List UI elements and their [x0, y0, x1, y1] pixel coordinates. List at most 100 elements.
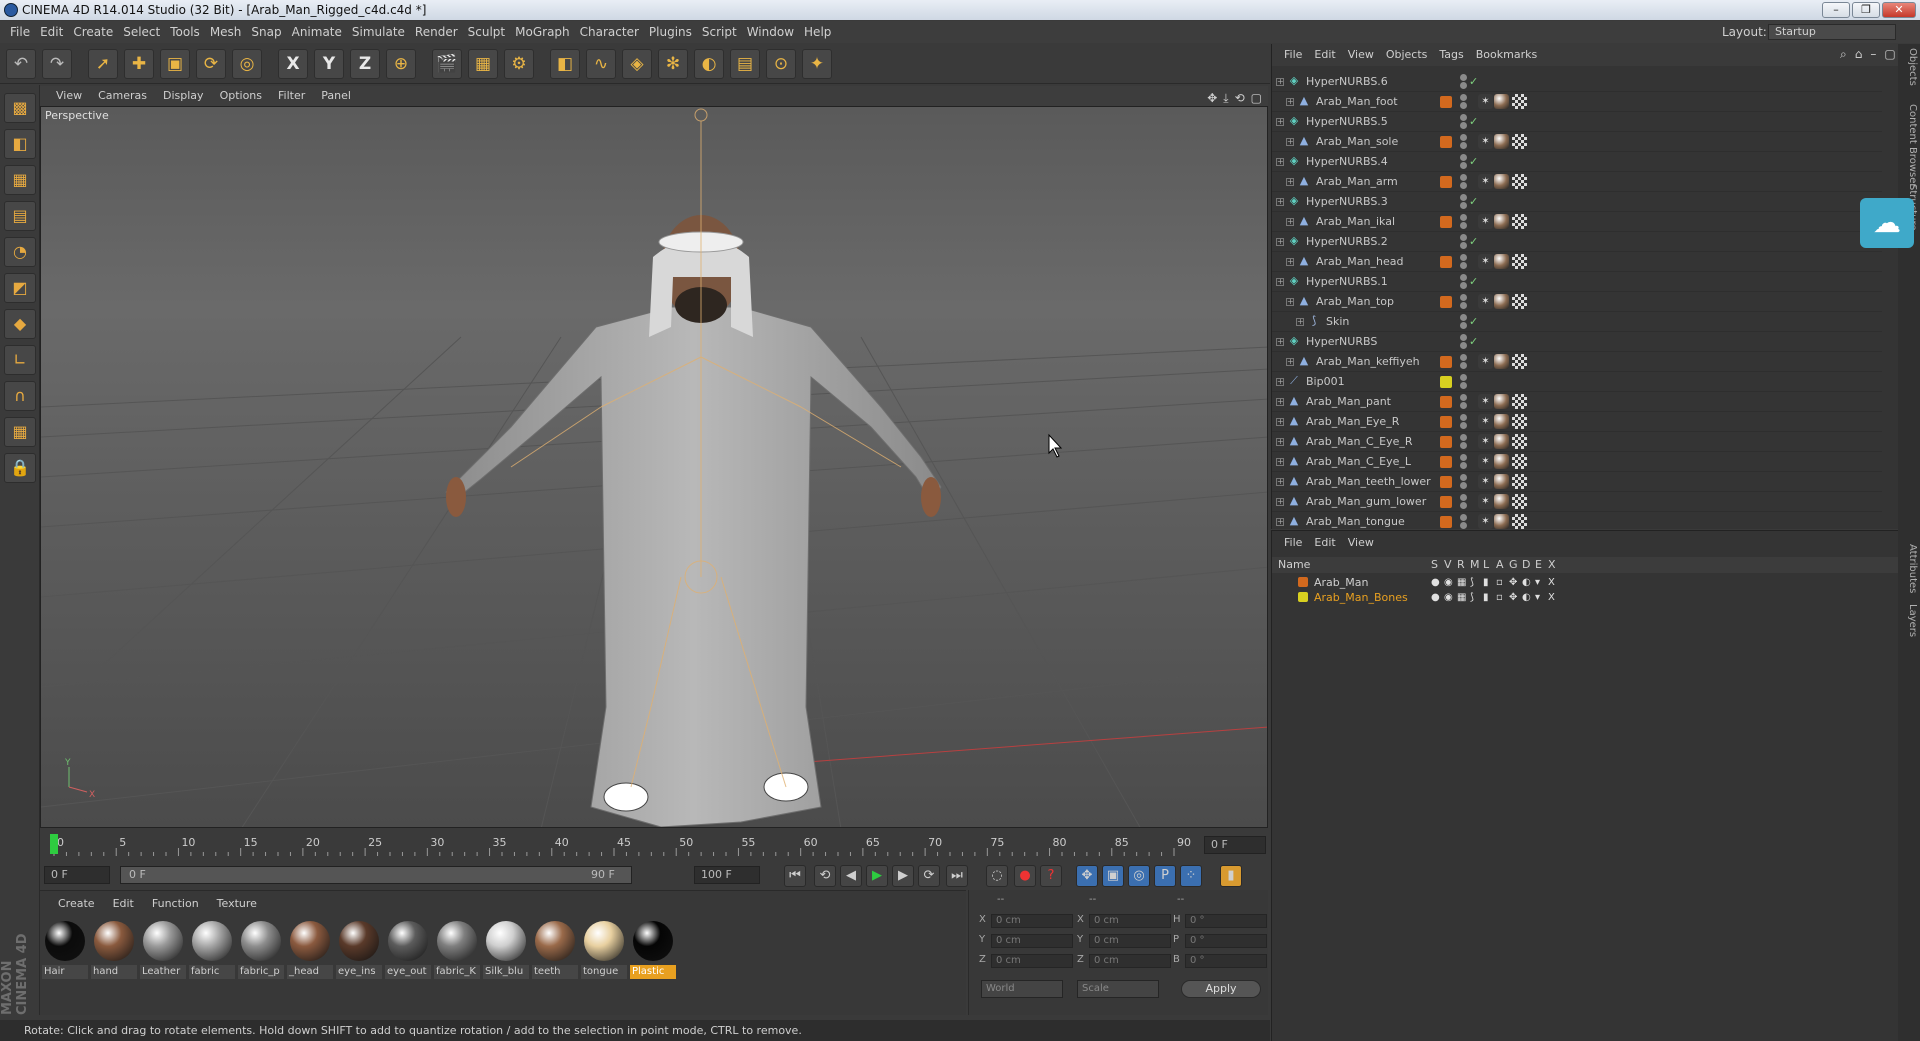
object-row[interactable]: + ⟆ Skin ✓: [1272, 312, 1882, 332]
object-menu-view[interactable]: View: [1348, 48, 1374, 61]
render-visibility-dot[interactable]: [1460, 522, 1467, 529]
expand-toggle-icon[interactable]: +: [1276, 378, 1284, 386]
layer-flag-icon[interactable]: ▾: [1535, 575, 1540, 590]
coord-position-y[interactable]: 0 cm: [991, 934, 1073, 948]
checker-tag-icon[interactable]: [1512, 174, 1527, 189]
model-mode-icon[interactable]: ◧: [4, 129, 36, 159]
position-key-icon[interactable]: ✥: [1076, 865, 1098, 887]
editor-visibility-dot[interactable]: [1460, 374, 1467, 381]
keyframe-selection-icon[interactable]: ?: [1040, 865, 1062, 887]
expand-toggle-icon[interactable]: +: [1276, 478, 1284, 486]
move-icon[interactable]: ✚: [124, 49, 154, 79]
material-tag-icon[interactable]: [1494, 294, 1509, 309]
enabled-check-icon[interactable]: ✓: [1469, 112, 1478, 132]
object-row[interactable]: + ▲ Arab_Man_Eye_R ✶: [1272, 412, 1882, 432]
start-frame-field[interactable]: 0 F: [44, 866, 110, 884]
object-row[interactable]: + ◈ HyperNURBS.1 ✓: [1272, 272, 1882, 292]
checker-tag-icon[interactable]: [1512, 134, 1527, 149]
cube-icon[interactable]: ◧: [550, 49, 580, 79]
object-menu-edit[interactable]: Edit: [1314, 48, 1335, 61]
material-tag-icon[interactable]: [1494, 434, 1509, 449]
scale-key-icon[interactable]: ▣: [1102, 865, 1124, 887]
editor-visibility-dot[interactable]: [1460, 294, 1467, 301]
material-menu-function[interactable]: Function: [152, 897, 199, 910]
layer-color-swatch[interactable]: [1440, 296, 1452, 308]
expand-toggle-icon[interactable]: +: [1276, 518, 1284, 526]
zoom-view-icon[interactable]: ⤓: [1223, 91, 1228, 105]
layer-color-swatch[interactable]: [1440, 196, 1452, 208]
layer-color-swatch[interactable]: [1440, 216, 1452, 228]
material-tag-icon[interactable]: [1494, 174, 1509, 189]
layer-color-swatch[interactable]: [1440, 116, 1452, 128]
render-settings-icon[interactable]: ⚙: [504, 49, 534, 79]
object-row[interactable]: + ▲ Arab_Man_keffiyeh ✶: [1272, 352, 1882, 372]
search-icon[interactable]: ⌕: [1840, 47, 1847, 61]
layout-dropdown[interactable]: Startup: [1768, 24, 1896, 40]
expand-toggle-icon[interactable]: +: [1286, 298, 1294, 306]
render-visibility-dot[interactable]: [1460, 402, 1467, 409]
material-menu-edit[interactable]: Edit: [113, 897, 134, 910]
x-axis-icon[interactable]: X: [278, 49, 308, 79]
render-visibility-dot[interactable]: [1460, 502, 1467, 509]
layer-row[interactable]: Arab_Man_Bones ● ◉ ▦ ⟆ ▮ ▫ ✥ ◐ ▾ X: [1272, 590, 1899, 605]
light-icon[interactable]: ✦: [802, 49, 832, 79]
axis-mode-icon[interactable]: ∟: [4, 345, 36, 375]
character-model[interactable]: [445, 215, 942, 827]
object-row[interactable]: + ▲ Arab_Man_gum_lower ✶: [1272, 492, 1882, 512]
checker-tag-icon[interactable]: [1512, 474, 1527, 489]
checker-tag-icon[interactable]: [1512, 214, 1527, 229]
editor-visibility-dot[interactable]: [1460, 94, 1467, 101]
expand-toggle-icon[interactable]: +: [1286, 218, 1294, 226]
snap-grid-icon[interactable]: ▦: [4, 417, 36, 447]
scale-icon[interactable]: ▣: [160, 49, 190, 79]
pla-key-icon[interactable]: ⁘: [1180, 865, 1202, 887]
viewport-menu-options[interactable]: Options: [220, 89, 262, 102]
texture-tag-icon[interactable]: ✶: [1478, 414, 1493, 429]
end-frame-field[interactable]: 100 F: [694, 866, 760, 884]
object-row[interactable]: + ▲ Arab_Man_top ✶: [1272, 292, 1882, 312]
redo-icon[interactable]: ↷: [42, 49, 72, 79]
checker-tag-icon[interactable]: [1512, 414, 1527, 429]
object-row[interactable]: + ▲ Arab_Man_head ✶: [1272, 252, 1882, 272]
enabled-check-icon[interactable]: ✓: [1469, 72, 1478, 92]
y-axis-icon[interactable]: Y: [314, 49, 344, 79]
cloud-upload-icon[interactable]: ☁: [1860, 198, 1914, 248]
layer-color-swatch[interactable]: [1440, 236, 1452, 248]
coord-rotation-p[interactable]: 0 °: [1185, 934, 1267, 948]
layer-menu-edit[interactable]: Edit: [1314, 536, 1335, 549]
material-swatch[interactable]: tongue: [581, 919, 627, 981]
enabled-check-icon[interactable]: ✓: [1469, 192, 1478, 212]
editor-visibility-dot[interactable]: [1460, 74, 1467, 81]
render-view-icon[interactable]: 🎬: [432, 49, 462, 79]
menu-mesh[interactable]: Mesh: [210, 25, 242, 39]
expand-toggle-icon[interactable]: +: [1276, 198, 1284, 206]
layer-color-swatch[interactable]: [1440, 496, 1452, 508]
layer-color-swatch[interactable]: [1440, 76, 1452, 88]
prev-frame-icon[interactable]: ◀: [840, 865, 862, 887]
coord-rotation-b[interactable]: 0 °: [1185, 954, 1267, 968]
expand-toggle-icon[interactable]: +: [1276, 498, 1284, 506]
layer-menu-view[interactable]: View: [1348, 536, 1374, 549]
edges-mode-icon[interactable]: ◩: [4, 273, 36, 303]
texture-tag-icon[interactable]: ✶: [1478, 494, 1493, 509]
menu-animate[interactable]: Animate: [292, 25, 342, 39]
render-visibility-dot[interactable]: [1460, 382, 1467, 389]
material-tag-icon[interactable]: [1494, 474, 1509, 489]
layer-color-swatch[interactable]: [1440, 416, 1452, 428]
object-row[interactable]: + ▲ Arab_Man_ikal ✶: [1272, 212, 1882, 232]
render-visibility-dot[interactable]: [1460, 422, 1467, 429]
material-tag-icon[interactable]: [1494, 514, 1509, 529]
layer-color-swatch[interactable]: [1440, 176, 1452, 188]
object-menu-file[interactable]: File: [1284, 48, 1302, 61]
material-tag-icon[interactable]: [1494, 214, 1509, 229]
play-icon[interactable]: ▶: [866, 865, 888, 887]
layer-flag-icon[interactable]: ▾: [1535, 590, 1540, 605]
timeline-ruler[interactable]: 0 5 10 15 20 25 30 35 40 45 50 55 60 65 70 75 80 85 90 0 F: [40, 830, 1268, 862]
material-swatch[interactable]: Silk_blu: [483, 919, 529, 981]
editor-visibility-dot[interactable]: [1460, 234, 1467, 241]
menu-character[interactable]: Character: [580, 25, 639, 39]
layer-flag-icon[interactable]: ●: [1431, 590, 1440, 605]
material-swatch[interactable]: Hair: [42, 919, 88, 981]
record-icon[interactable]: ◌: [986, 865, 1008, 887]
coord-size-y[interactable]: 0 cm: [1089, 934, 1171, 948]
